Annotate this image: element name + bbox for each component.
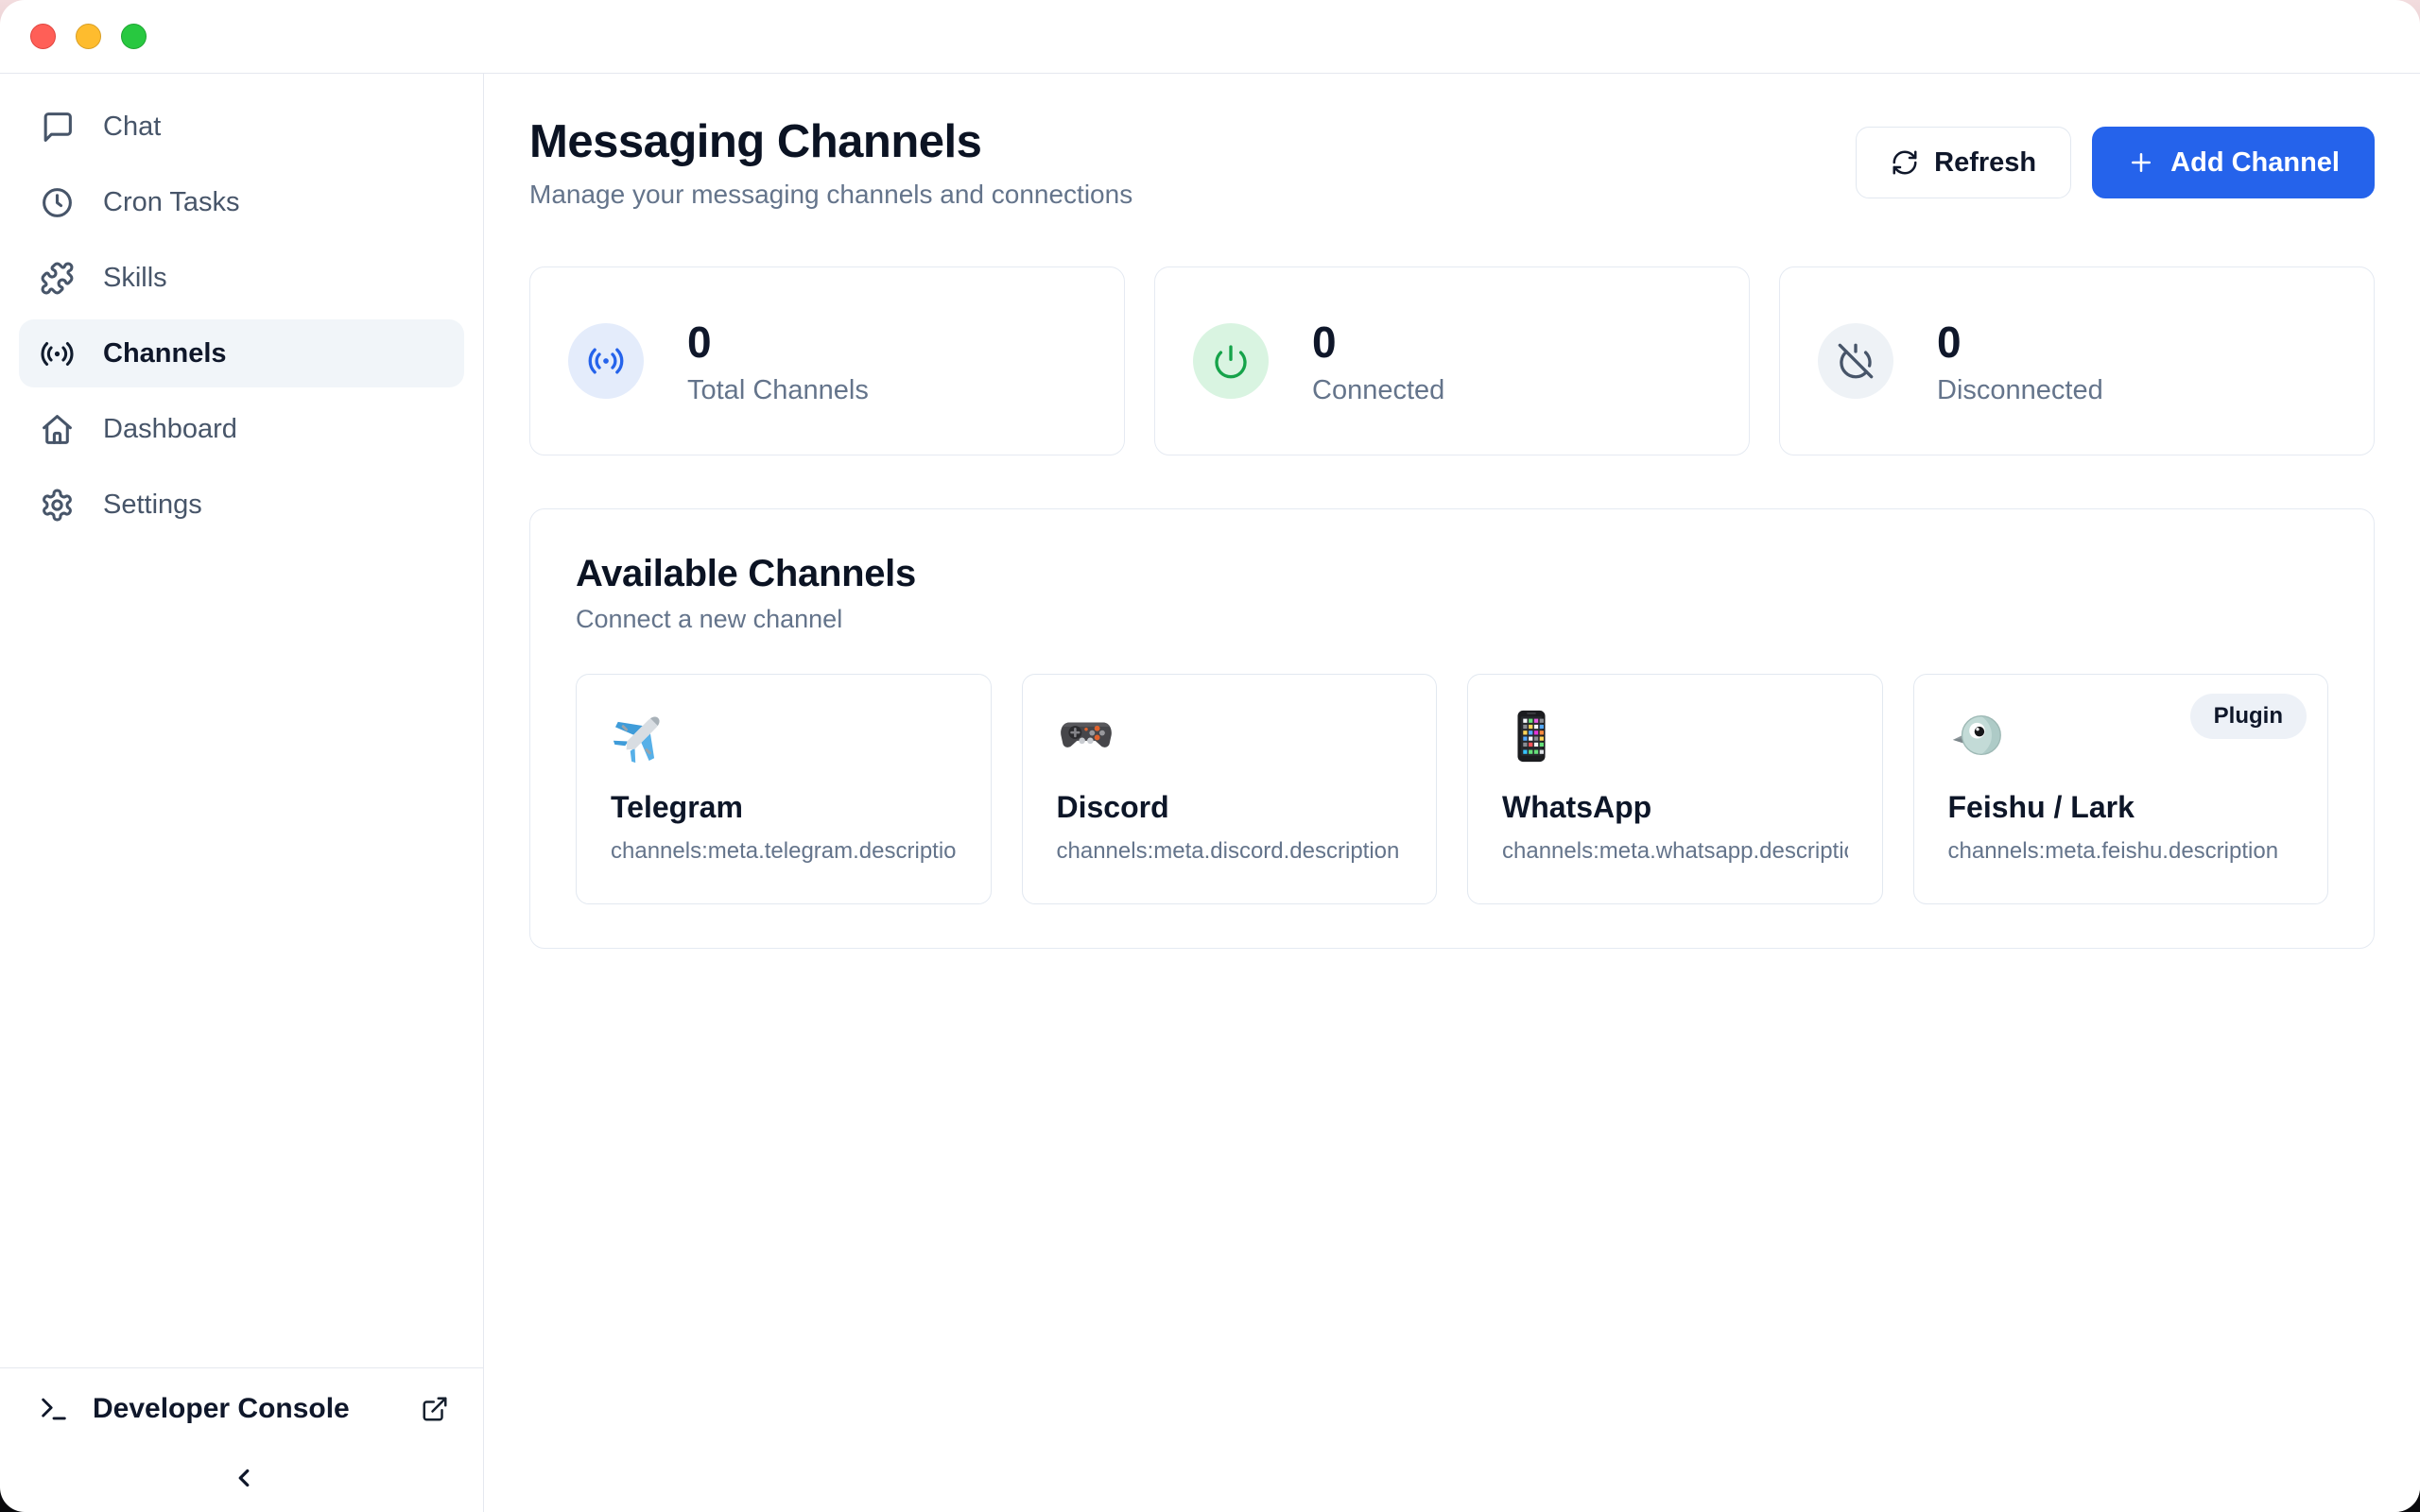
stat-label: Total Channels [687, 375, 869, 406]
available-channels-section: Available Channels Connect a new channel… [529, 508, 2375, 949]
sidebar-item-label: Chat [103, 112, 161, 143]
channel-name: WhatsApp [1502, 790, 1848, 825]
airplane-emoji-icon [611, 707, 669, 765]
channel-description: channels:meta.discord.description [1057, 838, 1403, 865]
plus-icon [2127, 148, 2155, 177]
sidebar-footer: Developer Console [0, 1367, 483, 1512]
stat-text: 0 Total Channels [687, 317, 869, 406]
sidebar-item-label: Cron Tasks [103, 187, 240, 218]
bird-emoji-icon [1948, 707, 2007, 765]
refresh-button-label: Refresh [1934, 147, 2036, 179]
broadcast-icon [587, 342, 625, 380]
sidebar-item-skills[interactable]: Skills [19, 244, 464, 312]
plugin-badge: Plugin [2190, 694, 2307, 739]
gear-icon [40, 488, 75, 523]
stat-label: Disconnected [1937, 375, 2103, 406]
section-subtitle: Connect a new channel [576, 605, 2328, 634]
sidebar-item-label: Skills [103, 263, 167, 294]
channel-card-telegram[interactable]: Telegram channels:meta.telegram.descript… [576, 674, 992, 904]
main-content: Messaging Channels Manage your messaging… [484, 74, 2420, 1512]
header-actions: Refresh Add Channel [1856, 127, 2375, 198]
close-window-button[interactable] [30, 24, 56, 49]
channel-name: Telegram [611, 790, 957, 825]
page-title: Messaging Channels [529, 115, 1132, 168]
app-body: Chat Cron Tasks Skills Channels Dashboar… [0, 74, 2420, 1512]
sidebar-item-label: Dashboard [103, 414, 237, 445]
external-link-icon[interactable] [421, 1395, 449, 1423]
sidebar-item-cron-tasks[interactable]: Cron Tasks [19, 168, 464, 236]
sidebar-item-dashboard[interactable]: Dashboard [19, 395, 464, 463]
stat-text: 0 Disconnected [1937, 317, 2103, 406]
stat-card-disconnected: 0 Disconnected [1779, 266, 2375, 455]
stat-value: 0 [1312, 317, 1444, 368]
stat-value: 0 [687, 317, 869, 368]
developer-console-label: Developer Console [93, 1393, 350, 1425]
traffic-lights [30, 24, 147, 49]
developer-console-link[interactable]: Developer Console [38, 1393, 449, 1425]
sidebar-item-chat[interactable]: Chat [19, 93, 464, 161]
chat-icon [40, 110, 75, 145]
mobile-phone-emoji-icon [1502, 707, 1561, 765]
section-title: Available Channels [576, 553, 2328, 595]
channel-name: Discord [1057, 790, 1403, 825]
broadcast-icon [40, 336, 75, 371]
terminal-icon [38, 1393, 70, 1425]
refresh-button[interactable]: Refresh [1856, 127, 2071, 198]
channel-name: Feishu / Lark [1948, 790, 2294, 825]
refresh-icon [1891, 148, 1919, 177]
home-icon [40, 412, 75, 447]
sidebar-item-label: Settings [103, 490, 202, 521]
minimize-window-button[interactable] [76, 24, 101, 49]
stat-label: Connected [1312, 375, 1444, 406]
sidebar-item-label: Channels [103, 338, 227, 369]
page-subtitle: Manage your messaging channels and conne… [529, 180, 1132, 210]
add-channel-button-label: Add Channel [2170, 147, 2340, 179]
app-window: Chat Cron Tasks Skills Channels Dashboar… [0, 0, 2420, 1512]
stats-row: 0 Total Channels 0 Connected [529, 266, 2375, 455]
power-icon [1193, 323, 1269, 399]
collapse-row [38, 1457, 449, 1499]
clock-icon [40, 185, 75, 220]
channel-card-discord[interactable]: Discord channels:meta.discord.descriptio… [1022, 674, 1438, 904]
chevron-left-icon [230, 1464, 258, 1492]
broadcast-icon [568, 323, 644, 399]
sidebar: Chat Cron Tasks Skills Channels Dashboar… [0, 74, 484, 1512]
channel-description: channels:meta.telegram.description [611, 838, 957, 865]
sidebar-item-settings[interactable]: Settings [19, 471, 464, 539]
puzzle-icon [40, 261, 75, 296]
stat-card-connected: 0 Connected [1154, 266, 1750, 455]
channel-description: channels:meta.feishu.description [1948, 838, 2294, 865]
channel-card-feishu-lark[interactable]: Plugin Feishu / Lark channels:meta.feish… [1913, 674, 2329, 904]
stat-card-total-channels: 0 Total Channels [529, 266, 1125, 455]
channel-card-whatsapp[interactable]: WhatsApp channels:meta.whatsapp.descript… [1467, 674, 1883, 904]
add-channel-button[interactable]: Add Channel [2092, 127, 2375, 198]
power-icon [1212, 342, 1250, 380]
collapse-sidebar-button[interactable] [223, 1457, 265, 1499]
zoom-window-button[interactable] [121, 24, 147, 49]
sidebar-nav: Chat Cron Tasks Skills Channels Dashboar… [0, 74, 483, 1367]
sidebar-item-channels[interactable]: Channels [19, 319, 464, 387]
page-header-titles: Messaging Channels Manage your messaging… [529, 115, 1132, 210]
power-off-icon [1837, 342, 1875, 380]
channel-description: channels:meta.whatsapp.description [1502, 838, 1848, 865]
stat-text: 0 Connected [1312, 317, 1444, 406]
power-off-icon [1818, 323, 1893, 399]
page-header: Messaging Channels Manage your messaging… [529, 115, 2375, 210]
channels-row: Telegram channels:meta.telegram.descript… [576, 674, 2328, 904]
title-bar [0, 0, 2420, 74]
stat-value: 0 [1937, 317, 2103, 368]
game-controller-emoji-icon [1057, 707, 1115, 765]
